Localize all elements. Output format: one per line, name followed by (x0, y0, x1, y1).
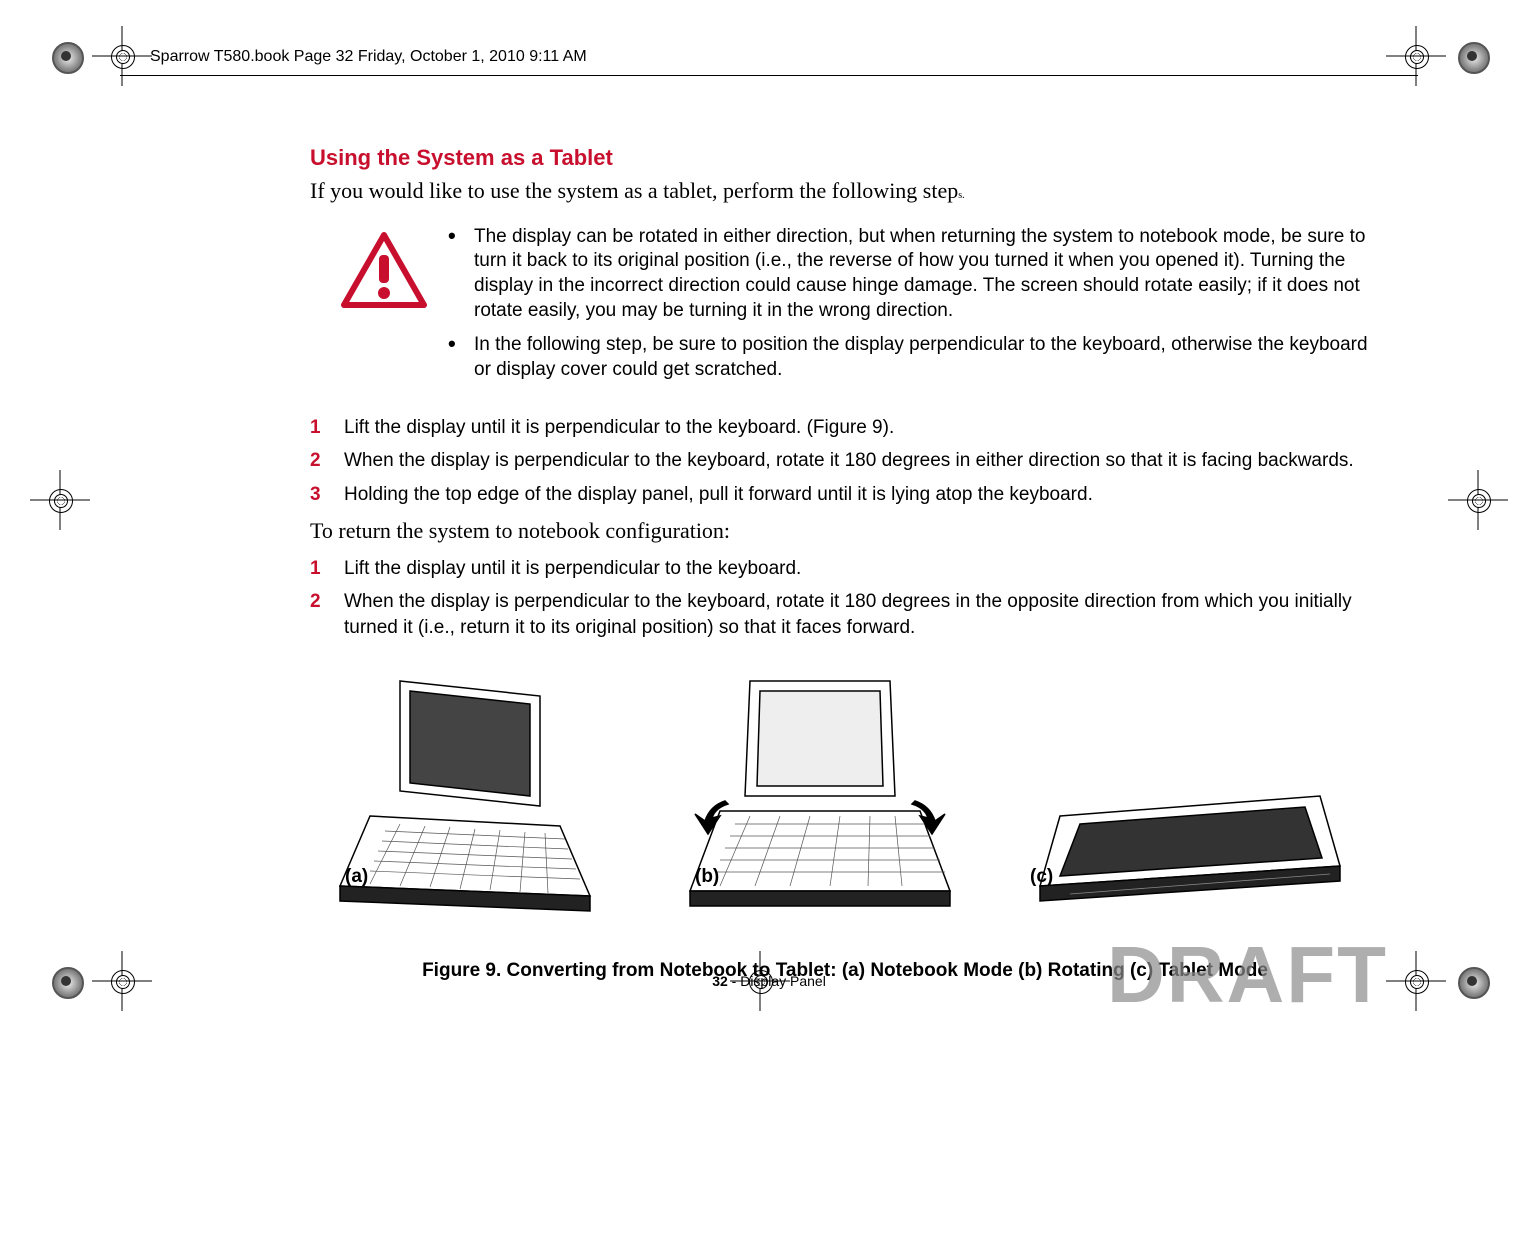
running-head: Sparrow T580.book Page 32 Friday, Octobe… (150, 48, 587, 66)
figure-b-rotating (680, 666, 960, 916)
list-item: 1 Lift the display until it is perpendic… (310, 415, 1380, 441)
warning-list: • The display can be rotated in either d… (448, 225, 1380, 393)
return-heading: To return the system to notebook configu… (310, 518, 1380, 544)
crosshair-top-left (92, 26, 152, 86)
list-item: 3 Holding the top edge of the display pa… (310, 482, 1380, 508)
step-text: Lift the display until it is perpendicul… (344, 556, 1380, 582)
warning-icon (340, 231, 428, 316)
reg-mark-top-left (36, 26, 96, 86)
step-number: 2 (310, 589, 344, 640)
intro-text: If you would like to use the system as a… (310, 178, 958, 203)
section-heading: Using the System as a Tablet (310, 145, 1380, 171)
intro-sub: s. (958, 190, 964, 201)
crosshair-top-right (1386, 26, 1446, 86)
list-item: 2 When the display is perpendicular to t… (310, 448, 1380, 474)
step-number: 1 (310, 556, 344, 582)
figure-label-b: (b) (695, 866, 719, 888)
figure-label-a: (a) (345, 866, 368, 888)
page-number: 32 (712, 973, 728, 989)
warning-text-1: The display can be rotated in either dir… (474, 225, 1380, 324)
intro-paragraph: If you would like to use the system as a… (310, 177, 1380, 205)
bullet-icon: • (448, 333, 474, 382)
figure-c-tablet (1030, 776, 1350, 916)
step-number: 1 (310, 415, 344, 441)
draft-watermark: DRAFT (1107, 929, 1388, 1021)
step-text: When the display is perpendicular to the… (344, 448, 1380, 474)
bullet-icon: • (448, 225, 474, 324)
step-number: 2 (310, 448, 344, 474)
list-item: 1 Lift the display until it is perpendic… (310, 556, 1380, 582)
figure-a-notebook (330, 666, 610, 916)
warning-text-2: In the following step, be sure to positi… (474, 333, 1380, 382)
footer-section: - Display Panel (728, 973, 826, 989)
warning-item-2: • In the following step, be sure to posi… (448, 333, 1380, 382)
step-text: Holding the top edge of the display pane… (344, 482, 1380, 508)
header-rule (120, 75, 1418, 76)
step-text: Lift the display until it is perpendicul… (344, 415, 1380, 441)
steps-list-2: 1 Lift the display until it is perpendic… (310, 556, 1380, 641)
crosshair-bottom-left (92, 951, 152, 1011)
page-content: Using the System as a Tablet If you woul… (310, 145, 1380, 982)
figure-label-c: (c) (1030, 866, 1053, 888)
figure-area: (a) (310, 656, 1380, 956)
warning-item-1: • The display can be rotated in either d… (448, 225, 1380, 324)
crosshair-left (30, 470, 90, 530)
steps-list-1: 1 Lift the display until it is perpendic… (310, 415, 1380, 508)
list-item: 2 When the display is perpendicular to t… (310, 589, 1380, 640)
warning-block: • The display can be rotated in either d… (340, 225, 1380, 393)
crosshair-bottom-right (1386, 951, 1446, 1011)
step-text: When the display is perpendicular to the… (344, 589, 1380, 640)
crosshair-right (1448, 470, 1508, 530)
page-footer: 32 - Display Panel (712, 973, 826, 989)
reg-mark-bottom-right (1442, 951, 1502, 1011)
reg-mark-bottom-left (36, 951, 96, 1011)
reg-mark-top-right (1442, 26, 1502, 86)
step-number: 3 (310, 482, 344, 508)
